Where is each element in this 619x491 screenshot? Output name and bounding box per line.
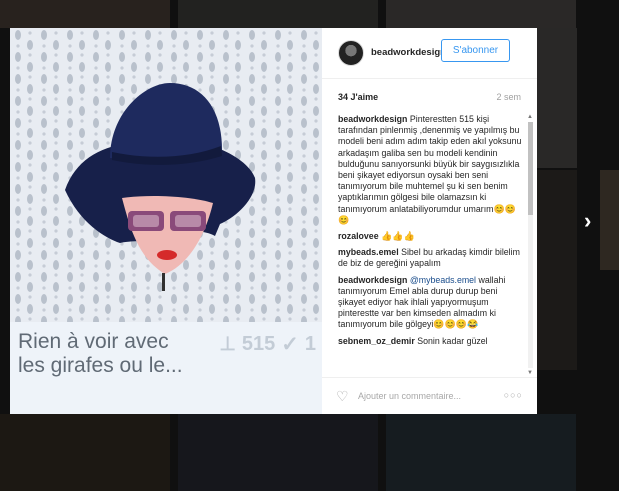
pin-stats: ⊥ 515 ✓ 1 <box>219 332 316 357</box>
check-icon: ✓ <box>281 333 299 356</box>
post-photo: Rien à voir avec les girafes ou le... ⊥ … <box>10 28 322 414</box>
post-age: 2 sem <box>496 92 521 102</box>
thumbs-up-icon: 👍👍👍 <box>381 231 415 242</box>
emoji-icon: 😊😊😊😂 <box>433 319 479 330</box>
post-footer: ♡ Ajouter un commentaire... ○○○ <box>322 377 537 414</box>
pushpin-icon: ⊥ <box>219 334 236 355</box>
beaded-brooch-image <box>10 28 322 322</box>
comment-author[interactable]: mybeads.emel <box>338 247 399 257</box>
comment-list: beadworkdesign Pinterestten 515 kişi tar… <box>338 114 525 376</box>
comment-item: mybeads.emel Sibel bu arkadaş kimdir bil… <box>338 247 525 269</box>
comment-scrollbar[interactable]: ▲ ▼ <box>527 114 533 376</box>
post-sidebar: beadworkdesign S'abonner 34 J'aime 2 sem… <box>322 28 537 414</box>
scroll-up-icon[interactable]: ▲ <box>527 114 533 120</box>
follow-button[interactable]: S'abonner <box>441 39 510 62</box>
comment-author[interactable]: rozalovee <box>338 231 379 241</box>
avatar[interactable] <box>338 40 364 66</box>
scroll-down-icon[interactable]: ▼ <box>527 370 533 376</box>
pin-title: Rien à voir avec les girafes ou le... <box>18 330 183 377</box>
comment-item: beadworkdesign Pinterestten 515 kişi tar… <box>338 114 525 226</box>
chevron-right-icon[interactable]: › <box>584 208 591 234</box>
comment-author[interactable]: beadworkdesign <box>338 275 407 285</box>
likes-count[interactable]: 34 J'aime <box>338 92 378 102</box>
heart-outline-icon[interactable]: ♡ <box>336 388 349 405</box>
mention-link[interactable]: @mybeads.emel <box>410 275 476 285</box>
more-options-icon[interactable]: ○○○ <box>504 390 523 400</box>
comment-item: sebnem_oz_demir Sonin kadar güzel <box>338 336 525 347</box>
add-comment-input[interactable]: Ajouter un commentaire... <box>358 391 461 401</box>
pin-card[interactable]: Rien à voir avec les girafes ou le... ⊥ … <box>10 322 322 414</box>
comment-item: rozalovee 👍👍👍 <box>338 231 525 242</box>
post-modal: Rien à voir avec les girafes ou le... ⊥ … <box>10 28 537 414</box>
comment-author[interactable]: sebnem_oz_demir <box>338 336 415 346</box>
comment-author[interactable]: beadworkdesign <box>338 114 407 124</box>
post-header: beadworkdesign S'abonner <box>322 28 537 79</box>
comment-text: Pinterestten 515 kişi tarafından pinlenm… <box>338 114 522 214</box>
comment-text: Sonin kadar güzel <box>417 335 488 346</box>
scroll-thumb[interactable] <box>528 122 533 215</box>
pin-count: 515 <box>241 333 276 355</box>
pin-like-count: 1 <box>304 333 316 355</box>
username-link[interactable]: beadworkdesign <box>371 47 446 58</box>
comment-item: beadworkdesign @mybeads.emel wallahi tan… <box>338 275 525 331</box>
